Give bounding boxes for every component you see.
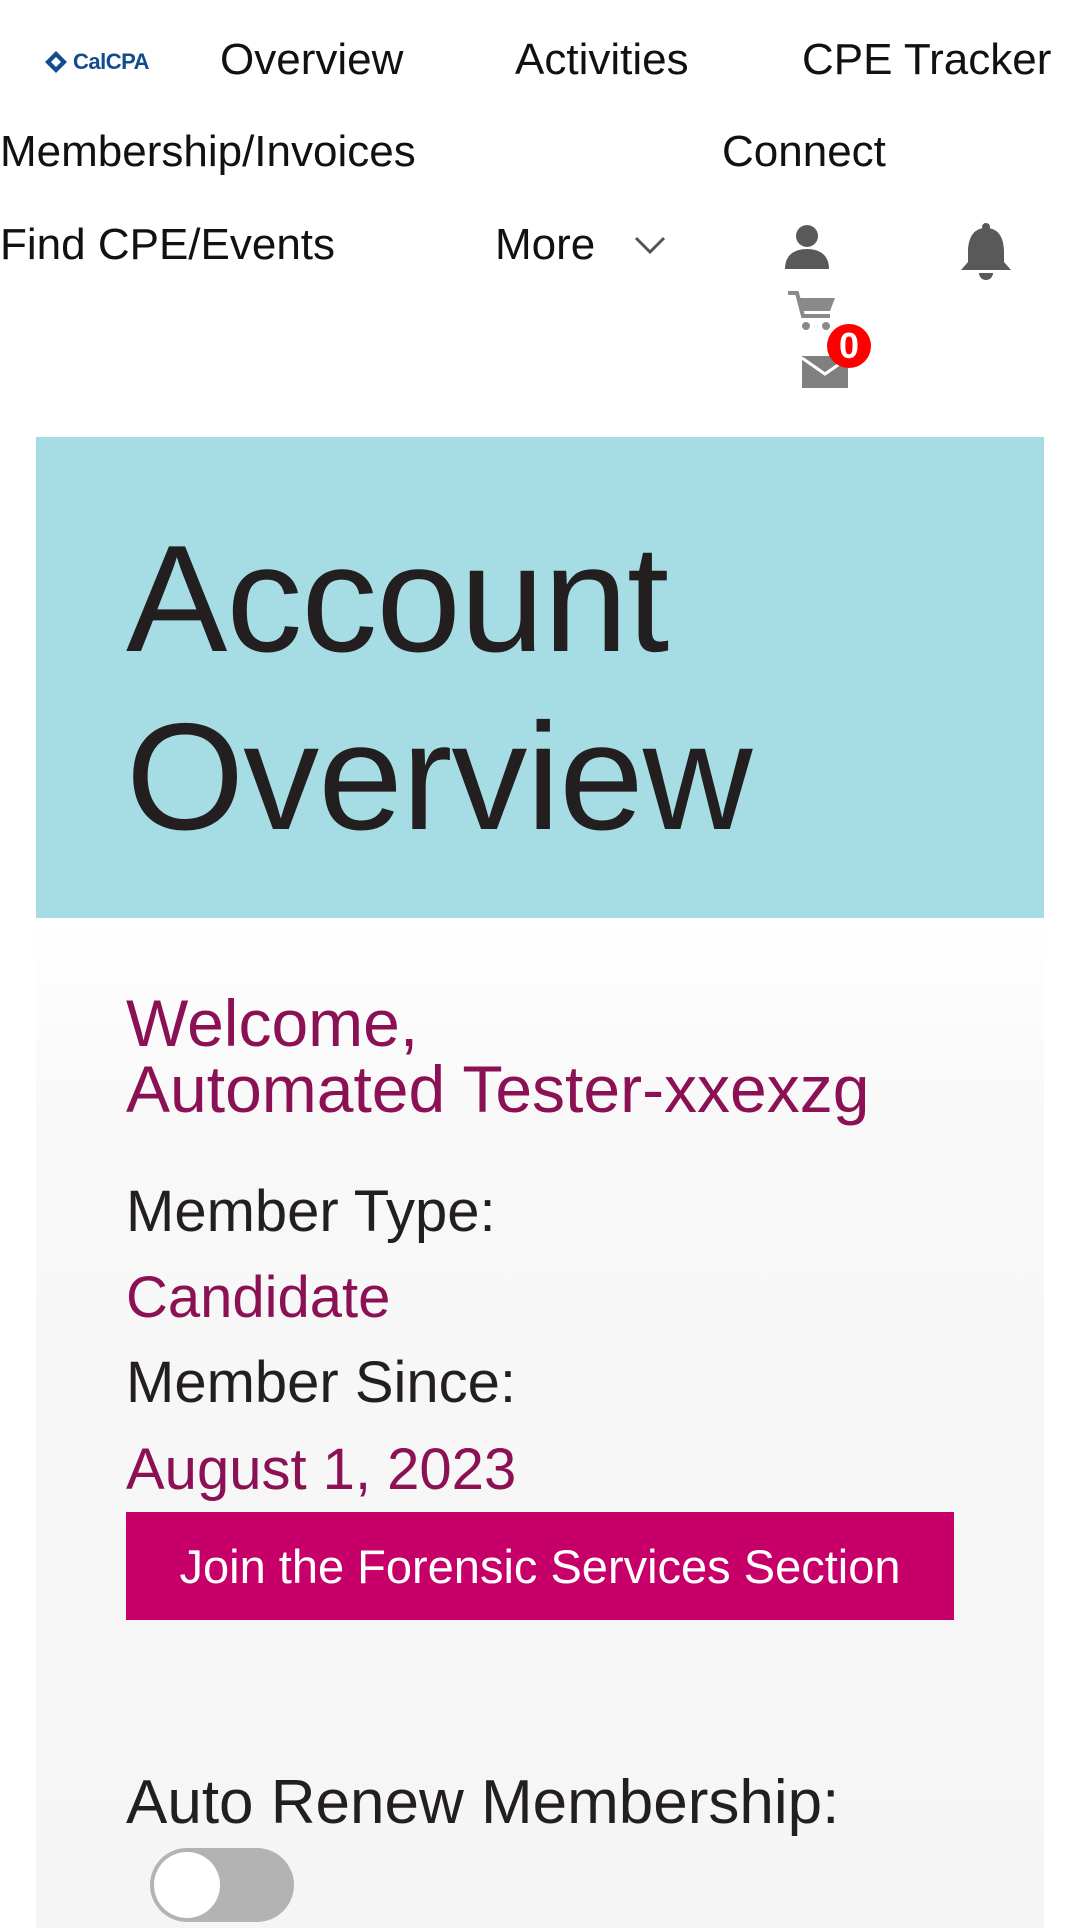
nav-connect[interactable]: Connect <box>722 130 886 174</box>
nav-find-cpe-events[interactable]: Find CPE/Events <box>0 223 335 267</box>
member-type-value: Candidate <box>126 1265 391 1330</box>
nav-membership-invoices[interactable]: Membership/Invoices <box>0 130 416 174</box>
chevron-down-icon <box>635 236 666 255</box>
auto-renew-toggle[interactable] <box>150 1848 294 1922</box>
nav-cpe-tracker[interactable]: CPE Tracker <box>802 38 1051 82</box>
member-since-label: Member Since: <box>126 1350 517 1415</box>
cart-icon[interactable] <box>788 290 838 332</box>
nav-more-label: More <box>495 220 596 269</box>
user-icon[interactable] <box>783 223 831 271</box>
toggle-knob <box>154 1852 220 1918</box>
nav-activities[interactable]: Activities <box>515 38 689 82</box>
welcome-heading: Welcome, Automated Tester-xxexzg <box>126 990 869 1122</box>
join-forensic-services-button[interactable]: Join the Forensic Services Section <box>126 1512 954 1620</box>
user-name: Automated Tester-xxexzg <box>126 1052 870 1126</box>
bell-icon[interactable] <box>958 222 1014 282</box>
auto-renew-label: Auto Renew Membership: <box>126 1768 840 1837</box>
member-since-value: August 1, 2023 <box>126 1437 517 1502</box>
page-title: Account Overview <box>126 514 752 862</box>
logo-diamond-icon <box>45 51 67 73</box>
calcpa-logo[interactable]: CalCPA <box>43 48 150 76</box>
nav-more[interactable]: More <box>495 223 667 267</box>
cart-count-badge: 0 <box>827 324 871 368</box>
member-type-label: Member Type: <box>126 1179 496 1244</box>
logo-text: CalCPA <box>73 49 150 74</box>
nav-overview[interactable]: Overview <box>220 38 403 82</box>
welcome-line: Welcome, <box>126 986 419 1060</box>
